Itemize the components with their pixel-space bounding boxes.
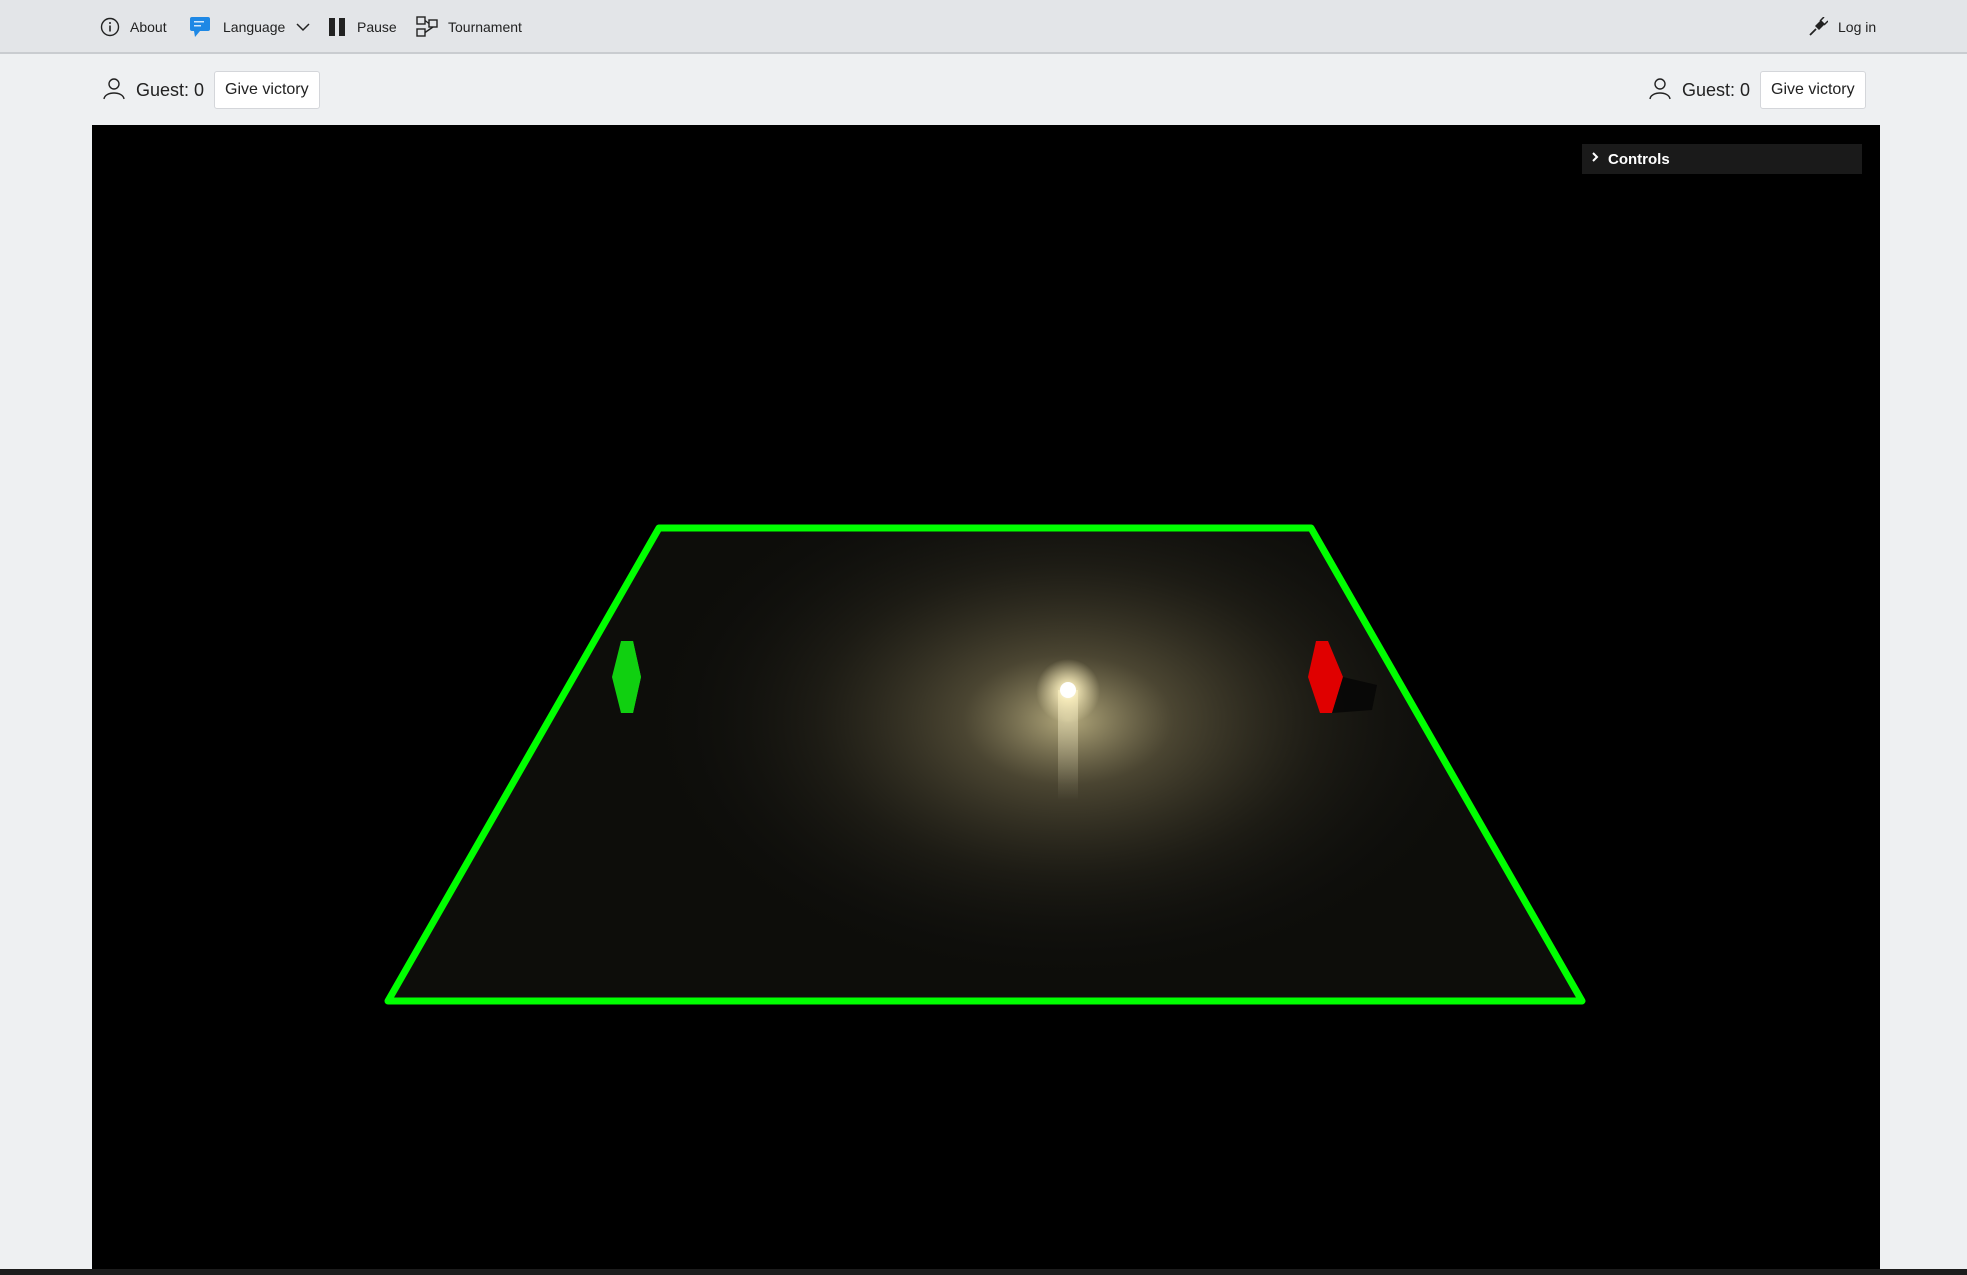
player-right-score: Guest: 0 [1682,79,1751,100]
pause-label: Pause [357,19,397,35]
chevron-right-icon [1590,150,1600,168]
language-label: Language [223,19,286,35]
about-menu-item[interactable]: About [100,0,167,54]
pause-icon [327,17,347,37]
give-victory-left-button[interactable]: Give victory [214,71,320,109]
bottom-edge [0,1269,1967,1275]
game-canvas[interactable]: Controls [92,125,1880,1269]
info-icon [100,17,120,37]
player-left: Guest: 0 Give victory [102,70,320,110]
field-mask-bottom [92,1002,1880,1269]
game-scene [92,125,1880,1269]
language-menu-item[interactable]: Language [189,0,311,54]
controls-label: Controls [1608,150,1670,168]
chevron-down-icon [295,21,311,33]
tournament-menu-item[interactable]: Tournament [416,0,522,54]
language-icon [189,16,213,38]
plug-icon [1808,17,1828,37]
player-left-score: Guest: 0 [136,79,205,100]
top-nav-bar: About Language Pause Tournament Log in [0,0,1967,54]
login-label: Log in [1838,19,1877,35]
login-button[interactable]: Log in [1808,0,1876,54]
tournament-bracket-icon [416,16,438,38]
field-mask-top [92,125,1880,527]
tournament-label: Tournament [448,19,522,35]
controls-toggle[interactable]: Controls [1582,144,1862,174]
user-icon [1648,76,1672,105]
player-right: Guest: 0 Give victory [1648,70,1866,110]
pause-button[interactable]: Pause [327,0,397,54]
about-label: About [130,19,167,35]
ball [1060,682,1076,698]
give-victory-right-button[interactable]: Give victory [1760,71,1866,109]
user-icon [102,76,126,105]
